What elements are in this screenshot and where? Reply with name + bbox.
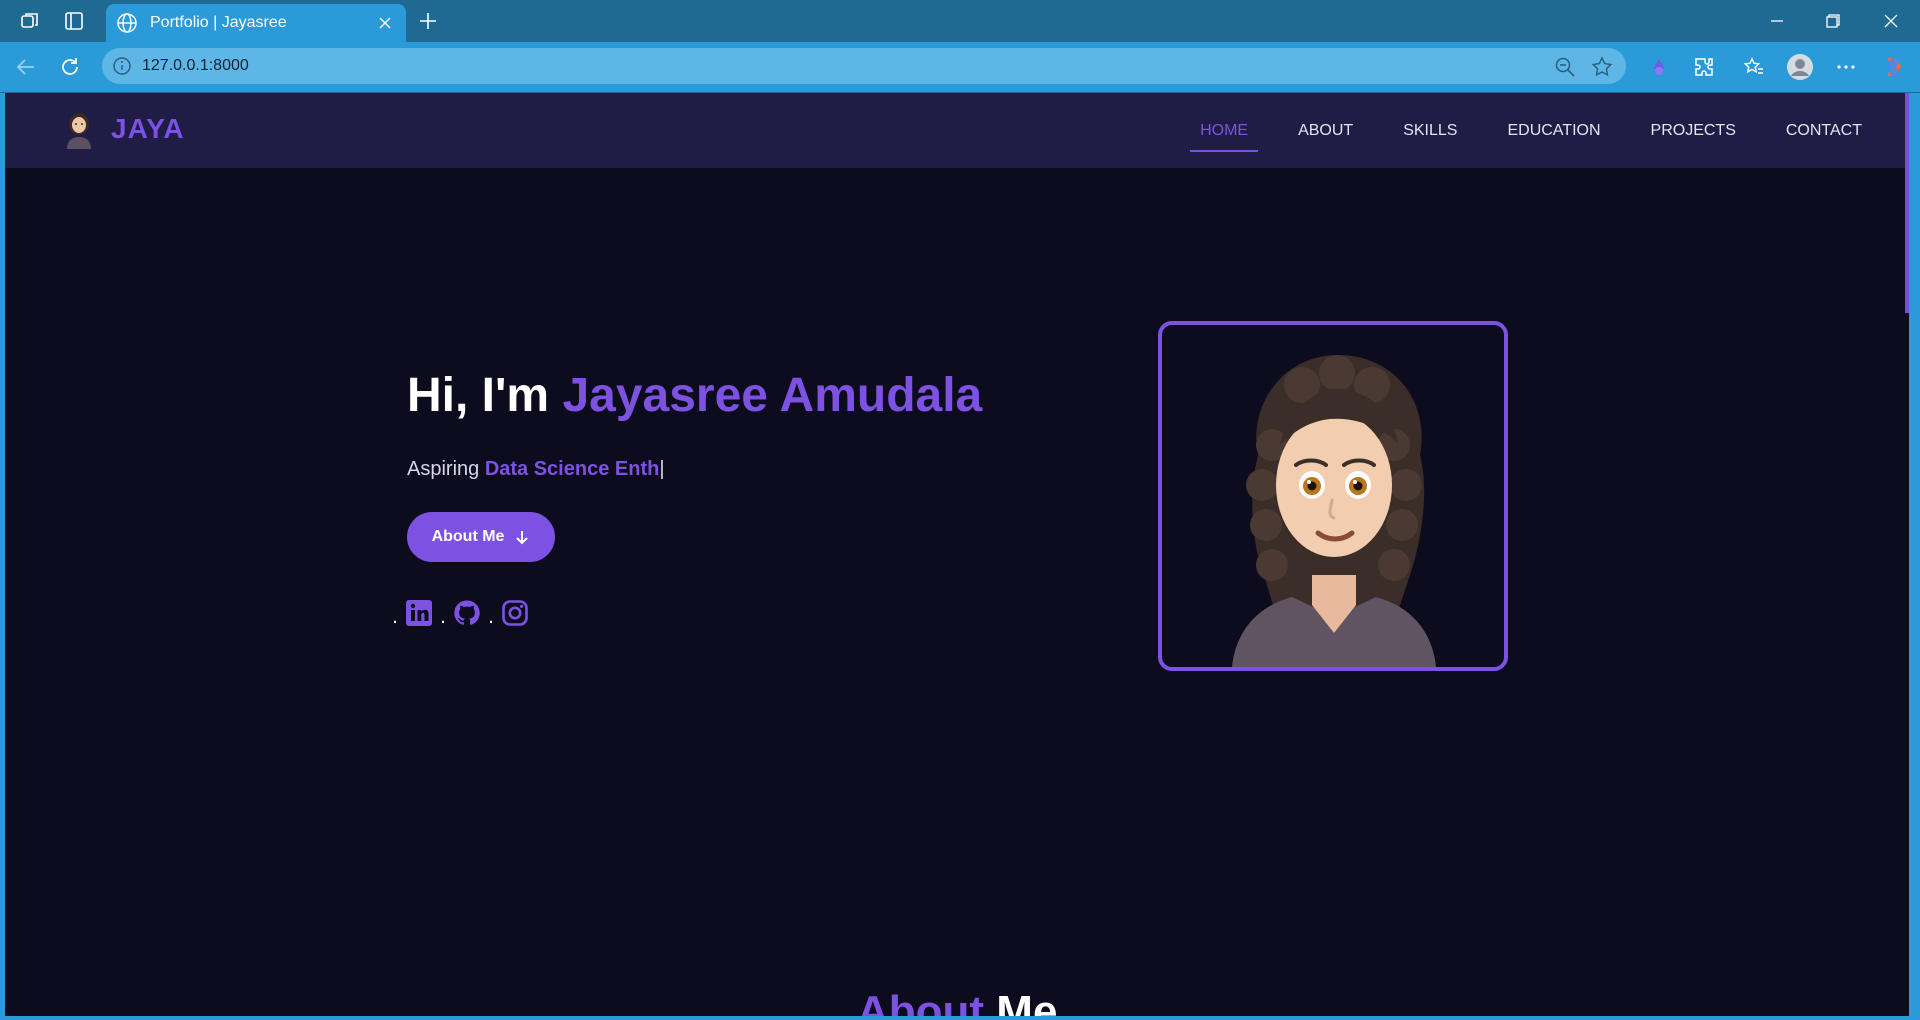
browser-titlebar: Portfolio | Jayasree: [0, 0, 1920, 42]
instagram-icon[interactable]: [501, 599, 529, 627]
hero-greeting: Hi, I'm: [407, 369, 563, 422]
browser-toolbar: 127.0.0.1:8000: [0, 42, 1920, 92]
hero-name: Jayasree Amudala: [562, 369, 983, 422]
url-text: 127.0.0.1:8000: [142, 57, 249, 74]
typed-text: Data Science Enth: [484, 458, 660, 480]
restore-icon[interactable]: [1810, 6, 1856, 36]
page-viewport: JAYA HOME ABOUT SKILLS EDUCATION PROJECT…: [5, 93, 1909, 1016]
refresh-icon[interactable]: [56, 53, 84, 81]
window-frame-bottom: [0, 1016, 1920, 1020]
hero-sub-prefix: Aspiring: [407, 458, 485, 480]
site-info-icon[interactable]: [112, 56, 132, 76]
nav-link-education[interactable]: EDUCATION: [1507, 116, 1600, 146]
profile-portrait: [1158, 321, 1508, 671]
extensions-icon[interactable]: [1690, 53, 1718, 81]
social-links: . . .: [387, 599, 531, 627]
favorites-icon[interactable]: [1740, 53, 1768, 81]
window-frame-right: [1909, 93, 1920, 1020]
tab-actions-icon[interactable]: [60, 8, 88, 34]
nav-link-projects[interactable]: PROJECTS: [1651, 116, 1736, 146]
avatar-illustration: [1232, 355, 1436, 667]
nav-link-skills[interactable]: SKILLS: [1403, 116, 1457, 146]
github-icon[interactable]: [453, 599, 481, 627]
zoom-out-icon[interactable]: [1554, 56, 1576, 78]
separator-dot: .: [440, 606, 446, 628]
about-heading-rest: Me: [984, 987, 1058, 1016]
nav-links: HOME ABOUT SKILLS EDUCATION PROJECTS CON…: [1150, 93, 1862, 168]
browser-tab[interactable]: Portfolio | Jayasree: [106, 4, 406, 42]
about-section-heading: About Me: [857, 987, 1057, 1016]
separator-dot: .: [392, 606, 398, 628]
brand-name: JAYA: [111, 113, 185, 144]
window-frame-left: [0, 93, 5, 1020]
site-navbar: JAYA HOME ABOUT SKILLS EDUCATION PROJECT…: [5, 93, 1909, 168]
about-me-button[interactable]: About Me: [407, 512, 555, 562]
address-bar[interactable]: 127.0.0.1:8000: [102, 48, 1626, 84]
profile-avatar-icon[interactable]: [1786, 53, 1814, 81]
linkedin-icon[interactable]: [405, 599, 433, 627]
arrow-down-icon: [516, 531, 529, 545]
hero-subtitle: Aspiring Data Science Enth|: [407, 458, 665, 481]
avatar-icon: [67, 113, 91, 149]
more-options-icon[interactable]: [1832, 53, 1860, 81]
hero-title: Hi, I'm Jayasree Amudala: [407, 368, 982, 423]
about-me-button-label: About Me: [431, 528, 505, 545]
workspaces-icon[interactable]: [16, 8, 44, 34]
new-tab-button[interactable]: [414, 8, 442, 34]
copilot-extension-icon[interactable]: [1645, 53, 1673, 81]
minimize-icon[interactable]: [1754, 6, 1800, 36]
back-arrow-icon[interactable]: [12, 53, 40, 81]
favorite-star-icon[interactable]: [1590, 55, 1614, 79]
close-window-icon[interactable]: [1868, 6, 1914, 36]
globe-icon: [117, 13, 137, 33]
nav-link-contact[interactable]: CONTACT: [1786, 116, 1862, 146]
typing-cursor: |: [659, 458, 665, 480]
nav-link-home[interactable]: HOME: [1190, 116, 1259, 152]
separator-dot: .: [488, 606, 494, 628]
close-tab-icon[interactable]: [374, 12, 396, 34]
about-heading-accent: About: [857, 987, 985, 1016]
copilot-icon[interactable]: [1880, 53, 1908, 81]
tab-title: Portfolio | Jayasree: [150, 14, 287, 31]
brand-logo[interactable]: JAYA: [59, 109, 185, 149]
nav-link-about[interactable]: ABOUT: [1298, 116, 1353, 146]
